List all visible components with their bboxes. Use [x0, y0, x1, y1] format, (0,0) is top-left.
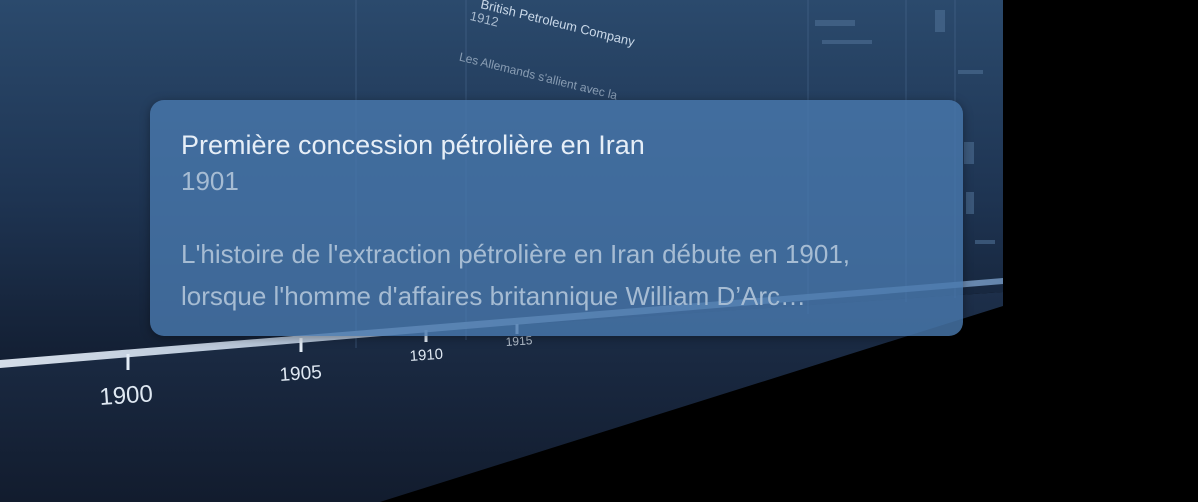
popup-description-line-2: lorsque l'homme d'affaires britannique W… [181, 281, 807, 311]
tick-label-1900: 1900 [99, 380, 154, 411]
popup-title: Première concession pétrolière en Iran [181, 130, 645, 160]
popup-description: L'histoire de l'extraction pétrolière en… [181, 233, 932, 317]
tick-label-1910: 1910 [409, 346, 443, 365]
event-detail-popup[interactable]: Première concession pétrolière en Iran 1… [150, 100, 963, 336]
tick-label-1905: 1905 [279, 362, 323, 386]
popup-description-line-1: L'histoire de l'extraction pétrolière en… [181, 239, 851, 269]
popup-year: 1901 [181, 166, 239, 196]
